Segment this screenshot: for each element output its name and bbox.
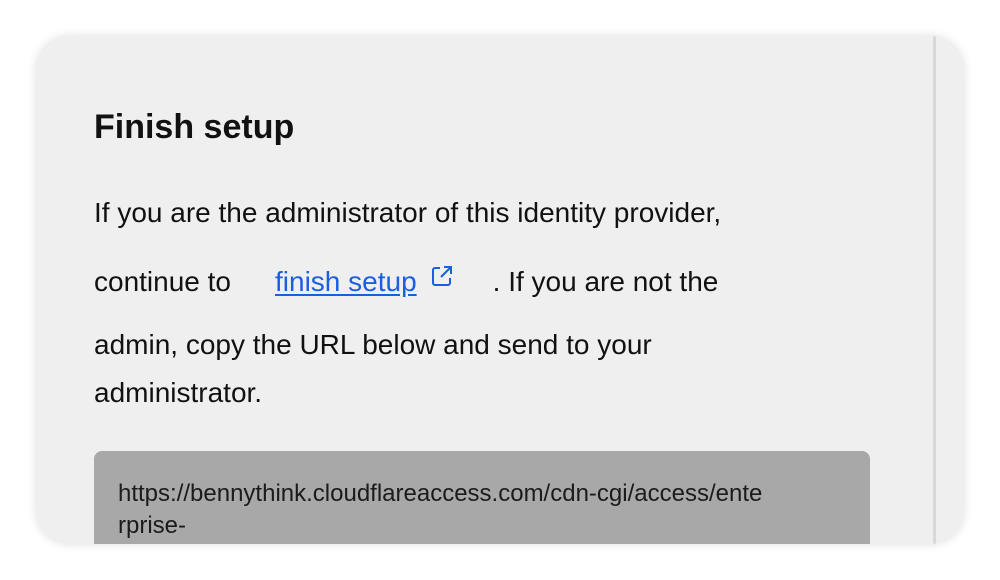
finish-setup-link[interactable]: finish setup: [275, 266, 417, 297]
setup-url-text[interactable]: https://bennythink.cloudflareaccess.com/…: [118, 478, 768, 542]
scrollbar-divider: [933, 36, 936, 544]
dialog-title: Finish setup: [94, 108, 295, 146]
not-admin-text: . If you are not the: [492, 266, 719, 297]
finish-setup-card: Finish setup If you are the administrato…: [36, 36, 964, 544]
setup-url-box[interactable]: https://bennythink.cloudflareaccess.com/…: [94, 451, 870, 544]
instruction-line-3: admin, copy the URL below and send to yo…: [94, 329, 652, 360]
finish-setup-link-label: finish setup: [275, 266, 417, 297]
instruction-line-4: administrator.: [94, 377, 263, 408]
instruction-line-2: continue to finish setup . If you are not…: [94, 263, 718, 298]
continue-to-text: continue to: [94, 266, 231, 297]
instruction-line-1: If you are the administrator of this ide…: [94, 197, 722, 228]
external-link-icon[interactable]: [429, 263, 455, 289]
